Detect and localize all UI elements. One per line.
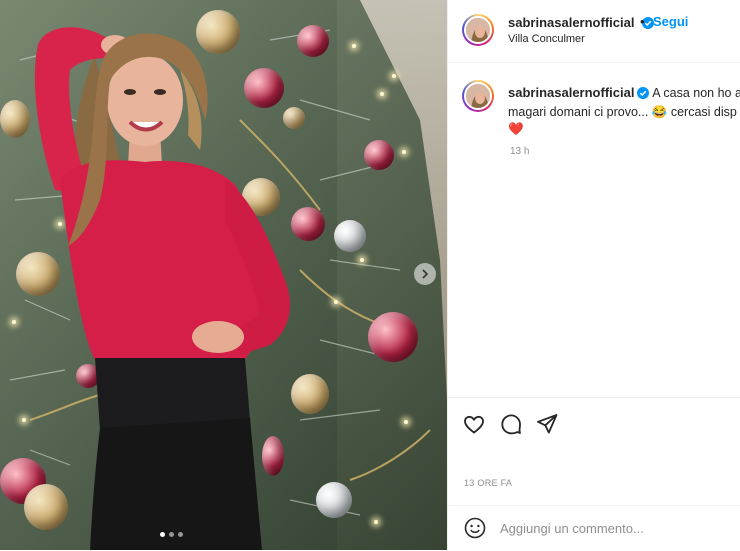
caption-text-line1: A casa non ho anc xyxy=(652,86,740,100)
avatar[interactable] xyxy=(462,14,494,46)
emoji-picker-button[interactable] xyxy=(464,517,486,544)
post-side-panel: sabrinasalernofficial • Segui Villa Conc… xyxy=(447,0,740,550)
next-image-button[interactable] xyxy=(414,263,436,285)
emoji-smile-icon xyxy=(464,517,486,539)
carousel-dot xyxy=(178,532,183,537)
location-link[interactable]: Villa Conculmer xyxy=(508,33,585,45)
carousel-indicator xyxy=(160,532,183,537)
caption-text-line2: magari domani ci provo... 😂 cercasi disp xyxy=(508,105,737,119)
caption-username-link[interactable]: sabrinasalernofficial xyxy=(508,85,634,100)
avatar-photo xyxy=(464,16,492,44)
heart-icon xyxy=(464,415,484,434)
woman-figure xyxy=(34,27,290,550)
comment-button[interactable] xyxy=(499,412,525,438)
comment-bar: Aggiungi un commento... xyxy=(448,505,740,551)
comment-input[interactable]: Aggiungi un commento... xyxy=(500,521,644,536)
paper-plane-icon xyxy=(537,414,558,434)
avatar-photo xyxy=(464,82,492,110)
post-caption: sabrinasalernofficial A casa non ho anc … xyxy=(508,84,740,138)
header-username-row: sabrinasalernofficial xyxy=(508,14,654,34)
share-button[interactable] xyxy=(535,412,561,438)
post-age[interactable]: 13 ORE FA xyxy=(464,478,512,488)
chevron-right-icon xyxy=(422,269,429,279)
follow-button[interactable]: Segui xyxy=(653,14,688,29)
carousel-dot-active xyxy=(160,532,165,537)
username-link[interactable]: sabrinasalernofficial xyxy=(508,15,634,30)
heart-emoji: ❤️ xyxy=(508,122,524,136)
caption-timestamp[interactable]: 13 h xyxy=(510,146,529,157)
comment-bubble-icon xyxy=(501,414,521,435)
carousel-dot xyxy=(169,532,174,537)
separator-dot: • xyxy=(640,14,645,29)
post-header: sabrinasalernofficial • Segui Villa Conc… xyxy=(448,0,740,63)
post-photo[interactable] xyxy=(0,0,447,550)
like-button[interactable] xyxy=(462,412,488,438)
verified-badge-icon xyxy=(637,87,650,104)
caption-avatar[interactable] xyxy=(462,80,494,112)
post-actions-bar xyxy=(448,397,740,506)
